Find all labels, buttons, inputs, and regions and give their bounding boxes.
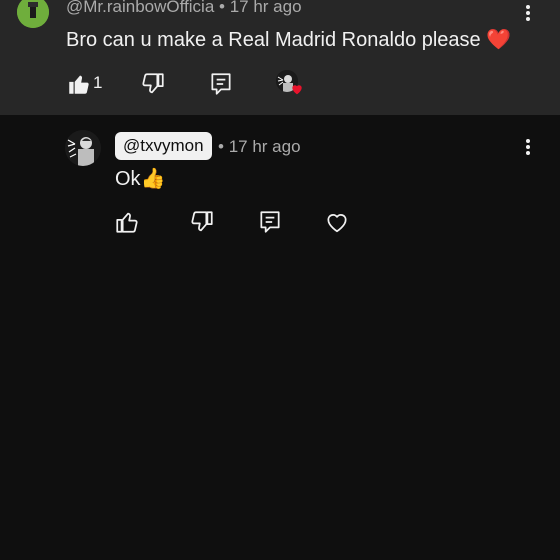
dislike-icon [142, 73, 164, 94]
meta-separator: • [218, 137, 224, 156]
like-button[interactable] [114, 209, 140, 235]
reply-icon [211, 73, 231, 95]
reply-text: Ok👍 [115, 166, 165, 191]
like-count: 1 [93, 73, 103, 92]
reply-meta: • 17 hr ago [218, 137, 301, 157]
like-icon [69, 75, 89, 94]
comment-author[interactable]: @Mr.rainbowOfficia [66, 0, 214, 16]
reply-time: 17 hr ago [228, 137, 301, 156]
reply-emoji: 👍 [140, 168, 166, 190]
reply-icon [260, 211, 280, 233]
more-options-icon[interactable] [523, 2, 533, 24]
heart-icon [327, 214, 347, 233]
comment-text: Bro can u make a Real Madrid Ronaldo ple… [66, 27, 511, 52]
heart-button[interactable] [324, 209, 350, 235]
comment-body: Bro can u make a Real Madrid Ronaldo ple… [66, 29, 481, 51]
comment-emoji: ❤️ [486, 29, 512, 51]
replier-avatar[interactable] [65, 130, 101, 166]
reply-button[interactable] [257, 209, 283, 235]
more-options-icon[interactable] [523, 136, 533, 158]
mention-chip[interactable]: @txvymon [115, 132, 212, 160]
dislike-button[interactable] [140, 71, 166, 97]
reply-body: Ok [115, 168, 141, 190]
creator-heart [276, 70, 304, 98]
commenter-avatar[interactable] [17, 0, 49, 28]
like-icon [116, 212, 138, 233]
dislike-button[interactable] [189, 209, 215, 235]
like-button[interactable] [66, 71, 92, 97]
comment-time: 17 hr ago [229, 0, 302, 16]
meta-separator: • [219, 0, 225, 16]
reply-button[interactable] [208, 71, 234, 97]
heart-icon [292, 85, 302, 95]
dislike-icon [191, 211, 213, 232]
comment-thread: @Mr.rainbowOfficia • 17 hr ago Bro can u… [0, 0, 560, 115]
comment-meta: @Mr.rainbowOfficia • 17 hr ago [66, 0, 302, 17]
reply-thread [0, 115, 560, 560]
